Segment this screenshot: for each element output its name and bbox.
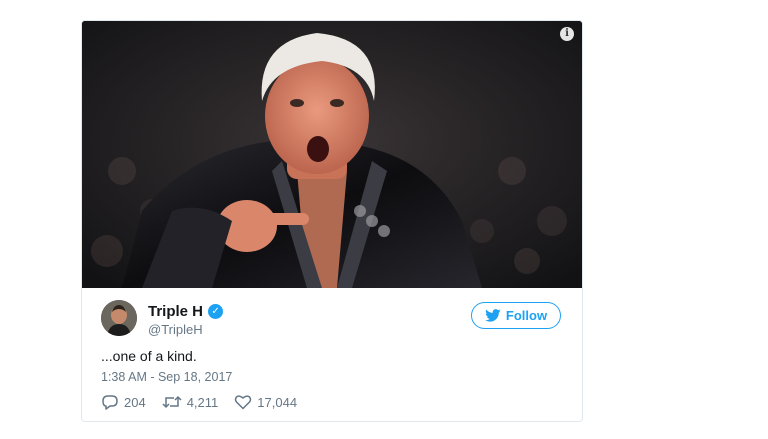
follow-button[interactable]: Follow: [471, 302, 561, 329]
tweet-actions: 204 4,211 17,044: [101, 394, 313, 410]
author-handle[interactable]: @TripleH: [148, 322, 203, 337]
author-name-row: Triple H ✓: [148, 303, 224, 320]
tweet-text: ...one of a kind.: [101, 348, 197, 364]
like-button[interactable]: 17,044: [234, 394, 297, 410]
heart-icon: [235, 395, 252, 410]
reply-button[interactable]: 204: [101, 394, 146, 410]
twitter-bird-icon: [485, 309, 501, 322]
follow-label: Follow: [505, 308, 548, 323]
avatar[interactable]: [101, 300, 137, 336]
info-icon[interactable]: i: [560, 27, 574, 41]
author-name[interactable]: Triple H: [148, 303, 203, 320]
tweet-timestamp[interactable]: 1:38 AM - Sep 18, 2017: [101, 370, 232, 384]
verified-badge-icon: ✓: [208, 304, 224, 319]
embedded-tweet-card: i Triple H ✓ @TripleH Follow ...one of a…: [81, 20, 583, 422]
wrestler-photo: [82, 21, 582, 288]
tweet-photo[interactable]: i: [82, 21, 582, 288]
reply-icon: [102, 395, 118, 410]
retweet-button[interactable]: 4,211: [162, 394, 219, 410]
like-count: 17,044: [257, 394, 298, 410]
retweet-icon: [162, 395, 182, 409]
retweet-count: 4,211: [186, 394, 219, 410]
reply-count: 204: [124, 394, 146, 410]
avatar-image: [101, 300, 137, 336]
